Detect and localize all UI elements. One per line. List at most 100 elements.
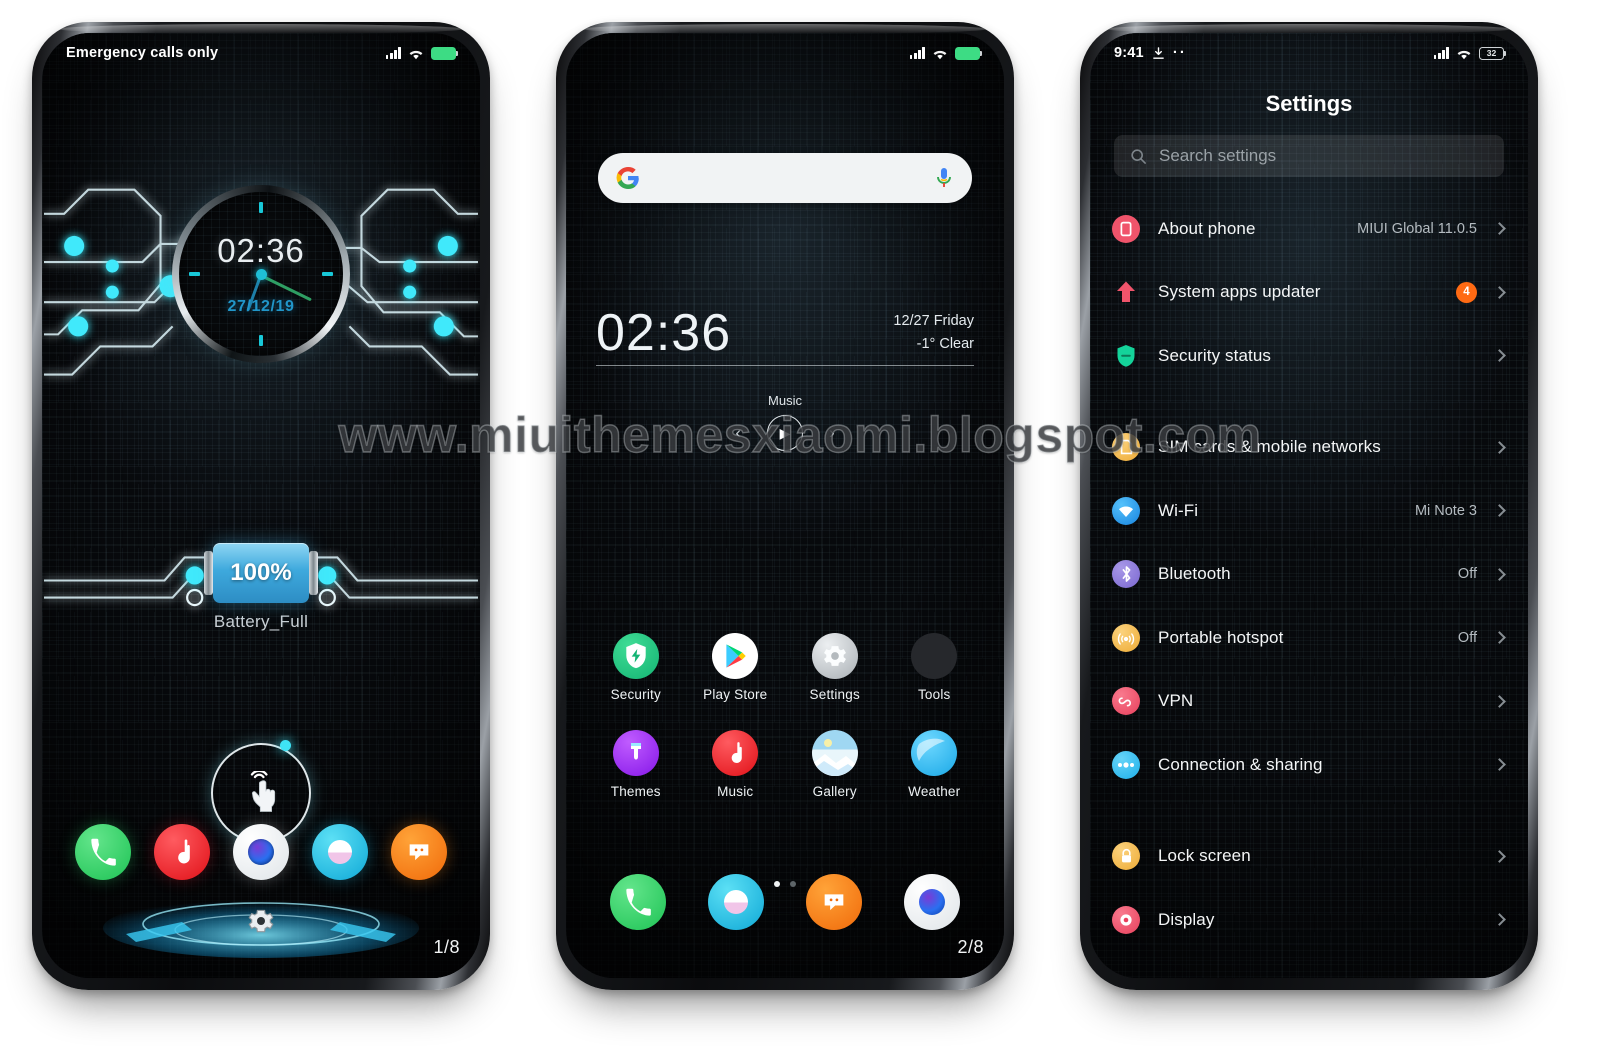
settings-value: Mi Note 3 — [1414, 502, 1477, 519]
wifi-icon — [1112, 496, 1140, 525]
clock-tick-12 — [259, 202, 263, 213]
clock-tick-9 — [189, 272, 200, 276]
app-play-store[interactable]: Play Store — [703, 633, 767, 702]
battery-widget: 100% Battery_Full — [204, 543, 318, 632]
chevron-left-icon[interactable]: ‹ — [735, 423, 741, 443]
microphone-icon[interactable] — [934, 166, 954, 190]
wifi-icon — [1457, 50, 1471, 59]
gear-icon — [811, 633, 858, 679]
sim-card-icon — [1112, 433, 1140, 462]
dock-icon-camera[interactable] — [904, 874, 960, 930]
dock-icon-camera[interactable] — [233, 824, 289, 880]
weather-icon — [911, 730, 958, 776]
paintbrush-icon — [612, 730, 659, 776]
settings-list[interactable]: About phone MIUI Global 11.0.5 System ap… — [1090, 197, 1528, 978]
music-title: Music — [768, 393, 802, 408]
app-label: Settings — [809, 687, 860, 702]
battery-graphic: 100% — [204, 543, 318, 603]
settings-row-vpn[interactable]: VPN — [1090, 670, 1528, 734]
status-bar-3: 9:41 ·· 32 — [1090, 33, 1528, 73]
settings-row-about-phone[interactable]: About phone MIUI Global 11.0.5 — [1090, 197, 1528, 261]
settings-label: Portable hotspot — [1158, 627, 1284, 647]
display-icon — [1112, 905, 1140, 934]
settings-value: Off — [1457, 566, 1477, 583]
battery-widget-label: Battery_Full — [213, 612, 309, 631]
page-title: Settings — [1265, 91, 1353, 116]
app-gallery[interactable]: Gallery — [811, 730, 858, 799]
app-themes[interactable]: Themes — [611, 730, 661, 799]
settings-row-portable-hotspot[interactable]: Portable hotspot Off — [1090, 606, 1528, 670]
dock-icon-messages[interactable] — [806, 874, 862, 930]
dock-1 — [42, 824, 480, 880]
gear-icon[interactable] — [246, 906, 276, 936]
chevron-right-icon[interactable]: › — [829, 423, 835, 443]
settings-label: Display — [1158, 909, 1215, 929]
page-indicator-1: 1/8 — [433, 937, 460, 957]
connection-icon — [1112, 750, 1140, 779]
settings-label: Connection & sharing — [1158, 754, 1323, 774]
search-settings-field[interactable]: Search settings — [1114, 135, 1504, 177]
phone-lock-screen: Emergency calls only 02:36 27/12/19 100%… — [32, 22, 490, 990]
message-icon — [824, 894, 844, 911]
lockscreen-clock-widget: 02:36 27/12/19 — [172, 185, 350, 363]
settings-row-wifi[interactable]: Wi-Fi Mi Note 3 — [1090, 479, 1528, 543]
app-security[interactable]: Security — [611, 633, 661, 702]
app-settings[interactable]: Settings — [810, 633, 860, 702]
battery-icon — [431, 46, 459, 60]
dock-icon-browser[interactable] — [708, 874, 764, 930]
search-icon — [1131, 148, 1146, 164]
wifi-icon — [409, 50, 423, 59]
app-label: Security — [610, 687, 661, 702]
home-date: 12/27 Friday — [893, 313, 974, 330]
settings-row-sim-cards[interactable]: SIM cards & mobile networks — [1090, 416, 1528, 480]
dock-icon-music[interactable] — [154, 824, 210, 880]
google-search-bar[interactable] — [598, 153, 972, 203]
settings-group-divider — [1090, 388, 1528, 416]
settings-value: Off — [1457, 629, 1477, 646]
settings-value: MIUI Global 11.0.5 — [1357, 220, 1477, 237]
chevron-right-icon — [1493, 758, 1506, 772]
app-label: Gallery — [812, 784, 857, 799]
app-label: Themes — [610, 784, 661, 799]
app-music[interactable]: Music — [712, 730, 759, 799]
app-grid: Security Play Store Settings Tools Theme… — [586, 633, 984, 799]
dock-icon-phone[interactable] — [75, 824, 131, 880]
home-clock-widget[interactable]: 02:36 12/27 Friday -1° Clear — [596, 307, 974, 367]
settings-row-bluetooth[interactable]: Bluetooth Off — [1090, 543, 1528, 607]
app-folder-tools[interactable]: Tools — [911, 633, 958, 702]
chevron-right-icon — [1493, 913, 1506, 927]
settings-row-connection-sharing[interactable]: Connection & sharing — [1090, 733, 1528, 797]
dock-icon-messages[interactable] — [391, 824, 447, 880]
folder-grid-icon — [911, 633, 958, 679]
clock-bezel: 02:36 27/12/19 — [172, 185, 350, 363]
camera-lens-icon — [919, 889, 945, 915]
dock-icon-browser[interactable] — [312, 824, 368, 880]
signal-icon — [385, 47, 401, 59]
phone-outline-icon — [1112, 214, 1140, 243]
chevron-right-icon — [1493, 694, 1506, 708]
chevron-right-icon — [1493, 504, 1506, 518]
chevron-right-icon — [1493, 440, 1506, 454]
dock-icon-phone[interactable] — [610, 874, 666, 930]
settings-label: Bluetooth — [1158, 564, 1231, 584]
phone-icon — [626, 888, 651, 916]
chevron-right-icon — [1493, 349, 1506, 363]
phone-icon — [91, 838, 116, 866]
chevron-right-icon — [1493, 567, 1506, 581]
play-icon[interactable]: ▶ — [767, 415, 803, 451]
app-weather[interactable]: Weather — [908, 730, 960, 799]
settings-row-lock-screen[interactable]: Lock screen — [1090, 825, 1528, 889]
landscape-icon — [811, 730, 858, 776]
settings-row-security-status[interactable]: Security status — [1090, 324, 1528, 388]
phone-home-screen: 02:36 12/27 Friday -1° Clear Music ‹ ▶ ›… — [556, 22, 1014, 990]
lock-date: 27/12/19 — [227, 298, 295, 315]
app-label: Weather — [908, 784, 961, 799]
screen-2: 02:36 12/27 Friday -1° Clear Music ‹ ▶ ›… — [566, 33, 1004, 978]
vpn-icon — [1112, 687, 1140, 716]
settings-row-system-apps-updater[interactable]: System apps updater 4 — [1090, 261, 1528, 325]
page-indicator-2: 2/8 — [957, 937, 984, 957]
settings-row-display[interactable]: Display — [1090, 888, 1528, 952]
battery-icon — [955, 46, 983, 60]
settings-label: System apps updater — [1158, 282, 1321, 302]
clock-hand-minute — [260, 274, 312, 301]
